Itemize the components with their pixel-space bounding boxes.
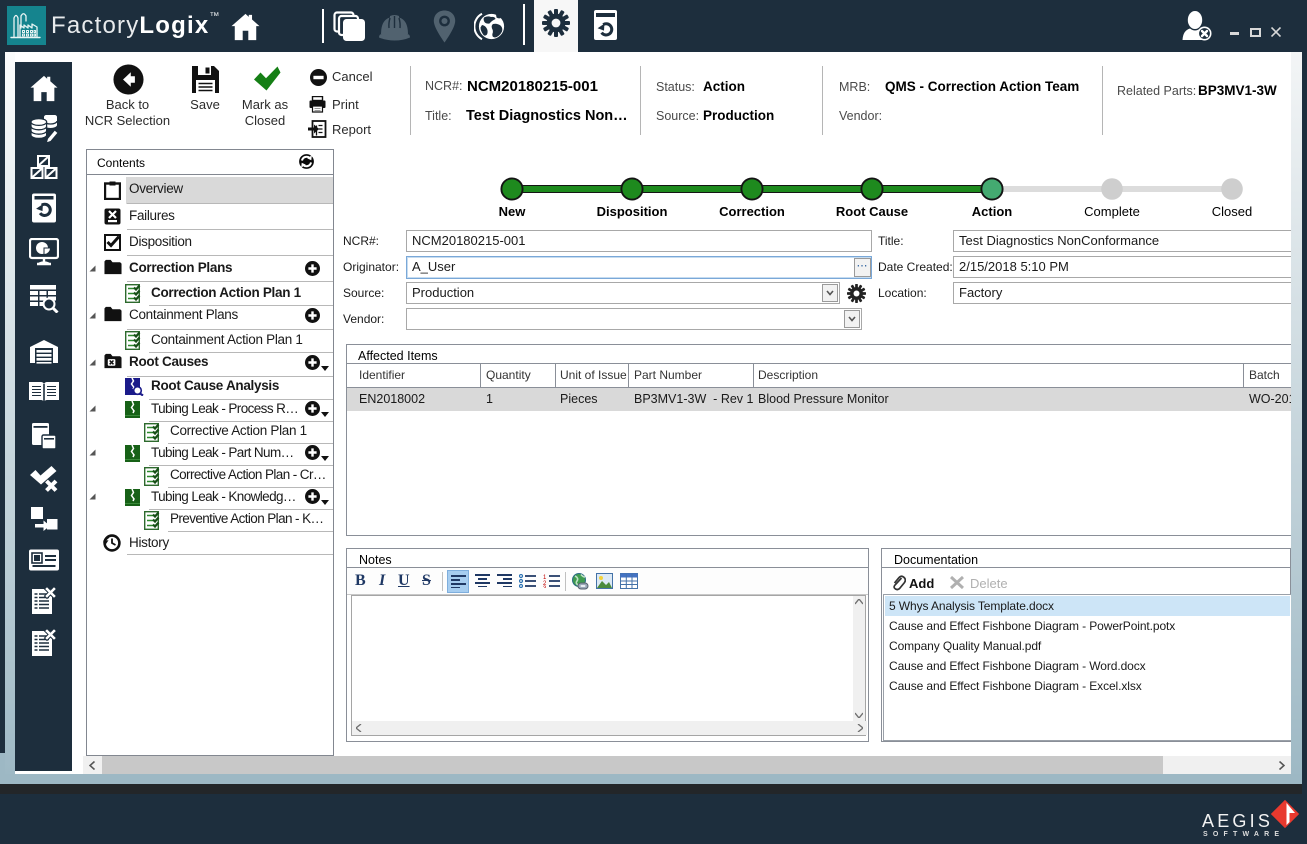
svg-text:3: 3 [543,586,547,588]
